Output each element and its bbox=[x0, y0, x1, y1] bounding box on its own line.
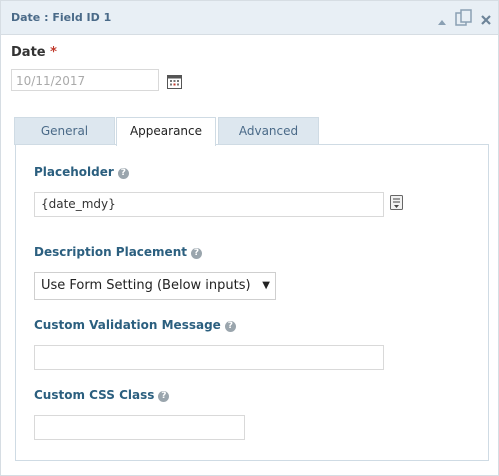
field-settings-panel: Date : Field ID 1 Date * 10/11/2017 Gene… bbox=[0, 0, 499, 476]
custom-css-label-text: Custom CSS Class bbox=[34, 388, 155, 402]
panel-titlebar: Date : Field ID 1 bbox=[1, 1, 498, 35]
tab-advanced[interactable]: Advanced bbox=[218, 117, 319, 145]
help-icon[interactable]: ? bbox=[158, 391, 170, 402]
panel-title: Date : Field ID 1 bbox=[11, 11, 112, 24]
field-label-text: Date bbox=[11, 45, 46, 60]
merge-tag-icon[interactable] bbox=[390, 195, 403, 214]
description-placement-selected: Use Form Setting (Below inputs) bbox=[41, 278, 251, 293]
duplicate-icon[interactable] bbox=[455, 9, 472, 30]
custom-validation-input[interactable] bbox=[34, 345, 384, 370]
calendar-icon[interactable] bbox=[167, 74, 182, 93]
help-icon[interactable]: ? bbox=[224, 321, 236, 332]
description-placement-select[interactable]: Use Form Setting (Below inputs) ▼ bbox=[34, 272, 276, 300]
tab-appearance[interactable]: Appearance bbox=[116, 117, 216, 146]
description-placement-label-text: Description Placement bbox=[34, 245, 187, 259]
tab-general[interactable]: General bbox=[14, 117, 115, 145]
field-label: Date * bbox=[11, 45, 57, 60]
placeholder-label-text: Placeholder bbox=[34, 165, 114, 179]
placeholder-input[interactable]: {date_mdy} bbox=[34, 192, 384, 217]
description-placement-label: Description Placement? bbox=[34, 245, 202, 259]
close-icon[interactable] bbox=[480, 11, 492, 30]
collapse-arrow-icon[interactable] bbox=[437, 12, 447, 31]
custom-css-input[interactable] bbox=[34, 415, 245, 440]
custom-validation-label-text: Custom Validation Message bbox=[34, 318, 221, 332]
required-marker: * bbox=[50, 45, 57, 60]
placeholder-setting-label: Placeholder? bbox=[34, 165, 129, 179]
dropdown-arrow-icon: ▼ bbox=[262, 280, 270, 291]
custom-validation-label: Custom Validation Message? bbox=[34, 318, 236, 332]
help-icon[interactable]: ? bbox=[117, 168, 129, 179]
help-icon[interactable]: ? bbox=[190, 248, 202, 259]
custom-css-label: Custom CSS Class? bbox=[34, 388, 170, 402]
date-preview-input[interactable]: 10/11/2017 bbox=[11, 69, 159, 91]
